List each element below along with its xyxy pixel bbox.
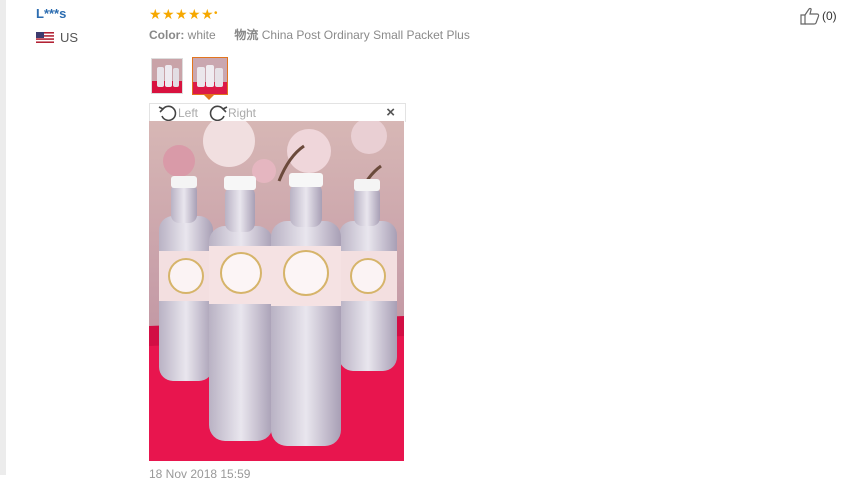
review-photo-large xyxy=(149,121,404,461)
rotate-right-button[interactable]: Right xyxy=(208,104,256,122)
us-flag-icon xyxy=(36,32,54,43)
shipping-value: China Post Ordinary Small Packet Plus xyxy=(261,28,470,42)
review-photo-thumbnail-selected[interactable] xyxy=(192,57,228,95)
helpful-count: (0) xyxy=(822,9,837,23)
color-value: white xyxy=(187,28,216,42)
star-rating: ★ ★ ★ ★ ★ • xyxy=(149,7,218,21)
reviewer-country: US xyxy=(36,30,78,45)
star-icon: ★ xyxy=(175,6,188,22)
close-icon[interactable]: × xyxy=(386,105,395,121)
star-icon: ★ xyxy=(149,6,162,22)
selected-thumbnail-pointer xyxy=(203,94,215,100)
star-dot-icon: • xyxy=(214,8,218,19)
color-label: Color: xyxy=(149,28,185,42)
star-icon: ★ xyxy=(188,6,201,22)
reviewer-name: L***s xyxy=(36,6,67,21)
left-divider xyxy=(0,0,6,475)
helpful-button[interactable]: (0) xyxy=(800,7,837,25)
star-icon: ★ xyxy=(162,6,175,22)
review-photo-thumbnail[interactable] xyxy=(151,58,183,94)
rotate-right-label: Right xyxy=(228,106,257,120)
image-viewer-toolbar: Left Right × xyxy=(149,103,406,122)
thumbs-up-icon xyxy=(800,7,820,25)
order-info: Color: white 物流 China Post Ordinary Smal… xyxy=(149,26,470,43)
rotate-left-icon xyxy=(158,105,177,122)
rotate-right-icon xyxy=(209,105,228,122)
rotate-left-button[interactable]: Left xyxy=(158,104,198,122)
star-icon: ★ xyxy=(201,6,214,22)
shipping-label: 物流 xyxy=(234,28,259,42)
rotate-left-label: Left xyxy=(178,106,199,120)
country-code: US xyxy=(60,30,79,45)
review-date: 18 Nov 2018 15:59 xyxy=(149,467,251,481)
